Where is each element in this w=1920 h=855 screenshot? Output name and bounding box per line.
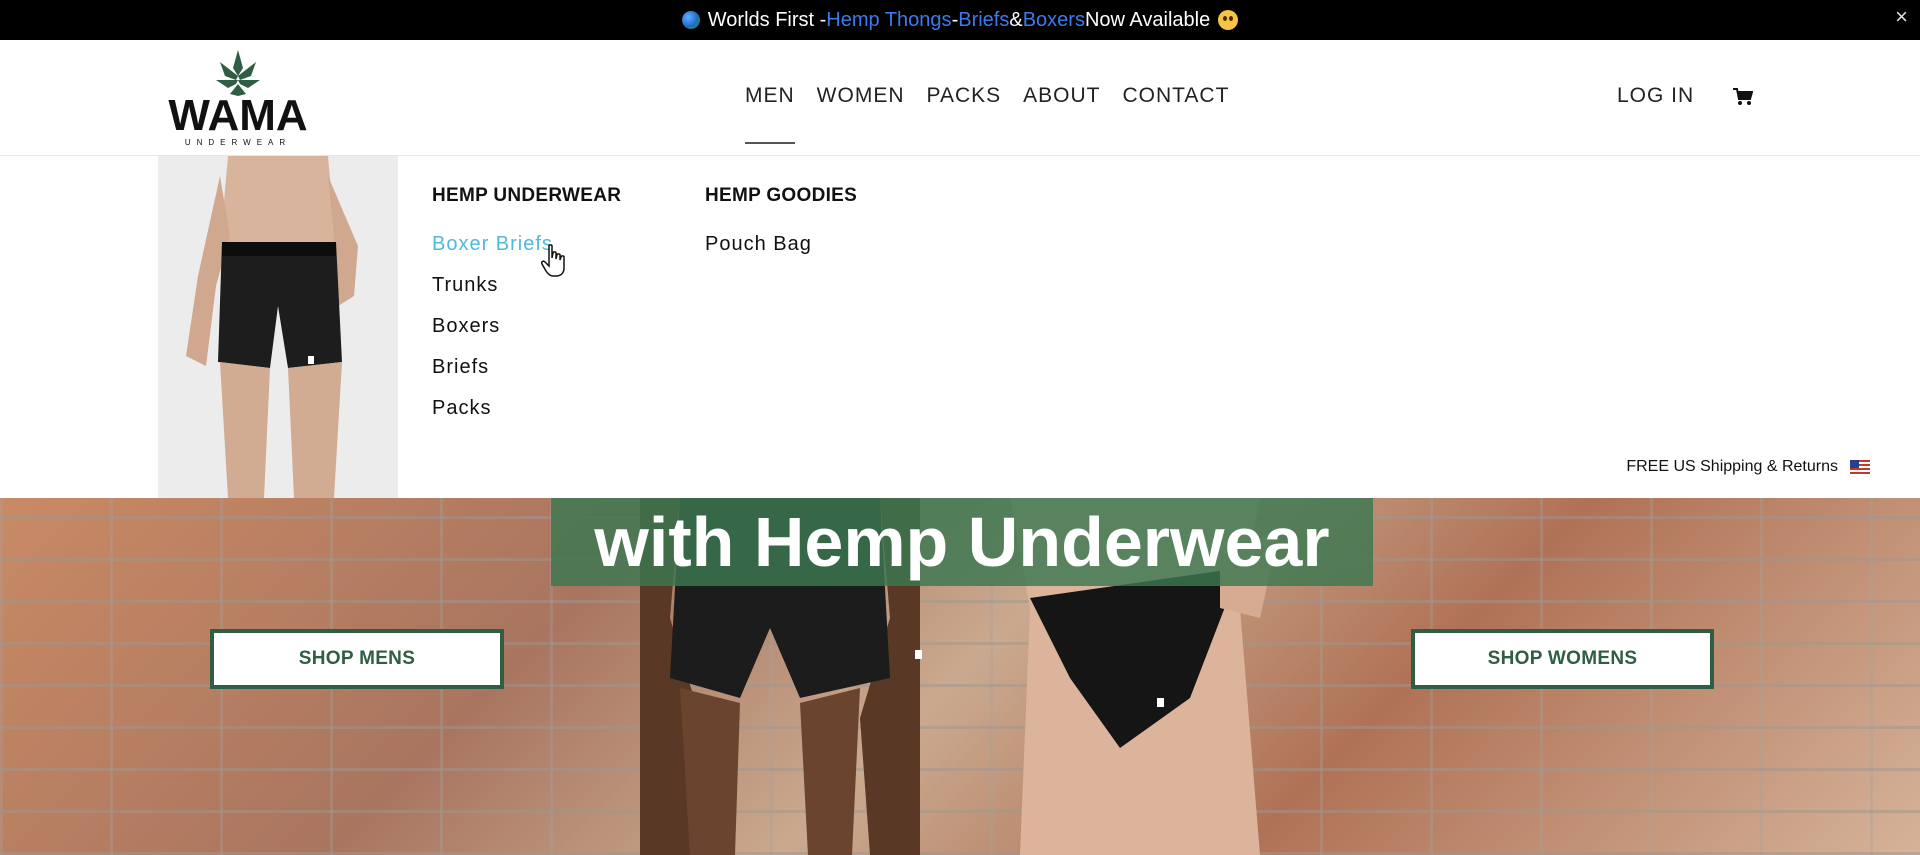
boxers-link[interactable]: Boxers [1023,9,1085,32]
hemp-leaf-icon [216,50,260,96]
us-flag-icon [1850,460,1870,474]
cart-icon[interactable] [1733,88,1753,106]
announcement-sep1: - [951,8,959,31]
shop-womens-button[interactable]: SHOP WOMENS [1411,629,1714,689]
menu-link-briefs[interactable]: Briefs [432,356,489,379]
briefs-link[interactable]: Briefs [958,9,1009,32]
nav-contact[interactable]: CONTACT [1122,84,1229,108]
announcement-bar: Worlds First - Hemp Thongs - Briefs & Bo… [0,0,1920,40]
hero-title-box: with Hemp Underwear [551,498,1373,586]
hemp-underwear-heading: HEMP UNDERWEAR [432,185,622,206]
announcement-sep2: & [1009,8,1023,31]
nav-packs[interactable]: PACKS [927,84,1002,108]
announcement-suffix: Now Available [1084,8,1211,31]
menu-link-trunks[interactable]: Trunks [432,274,498,297]
mens-boxer-brief-photo[interactable] [158,156,398,498]
menu-link-packs[interactable]: Packs [432,397,491,420]
men-mega-menu: HEMP UNDERWEAR Boxer Briefs Trunks Boxer… [0,156,1920,498]
hemp-goodies-heading: HEMP GOODIES [705,185,858,206]
hero-banner: with Hemp Underwear SHOP MENS SHOP WOMEN… [0,498,1920,855]
close-announcement-button[interactable]: × [1895,4,1908,30]
shipping-notice: FREE US Shipping & Returns [1626,458,1870,476]
menu-link-boxer-briefs[interactable]: Boxer Briefs [432,233,553,256]
shop-mens-button[interactable]: SHOP MENS [210,629,504,689]
nav-about[interactable]: ABOUT [1023,84,1100,108]
nav-women[interactable]: WOMEN [817,84,905,108]
hemp-thongs-link[interactable]: Hemp Thongs [826,9,951,32]
login-link[interactable]: LOG IN [1617,84,1694,108]
globe-icon [681,11,700,29]
site-header: WAMA UNDERWEAR MEN WOMEN PACKS ABOUT CON… [0,40,1920,156]
brand-wordmark: WAMA [168,91,307,140]
menu-link-pouch-bag[interactable]: Pouch Bag [705,233,812,256]
main-nav: MEN WOMEN PACKS ABOUT CONTACT [745,84,1251,144]
brand-tagline: UNDERWEAR [185,138,291,147]
hero-title: with Hemp Underwear [594,503,1330,581]
menu-link-boxers[interactable]: Boxers [432,315,500,338]
shipping-text: FREE US Shipping & Returns [1626,458,1838,475]
announcement-prefix: Worlds First - [707,8,827,31]
nav-men[interactable]: MEN [745,84,795,144]
wama-logo[interactable]: WAMA UNDERWEAR [156,48,321,148]
shocked-emoji-icon [1218,10,1239,30]
hand-cursor-icon [541,244,565,277]
